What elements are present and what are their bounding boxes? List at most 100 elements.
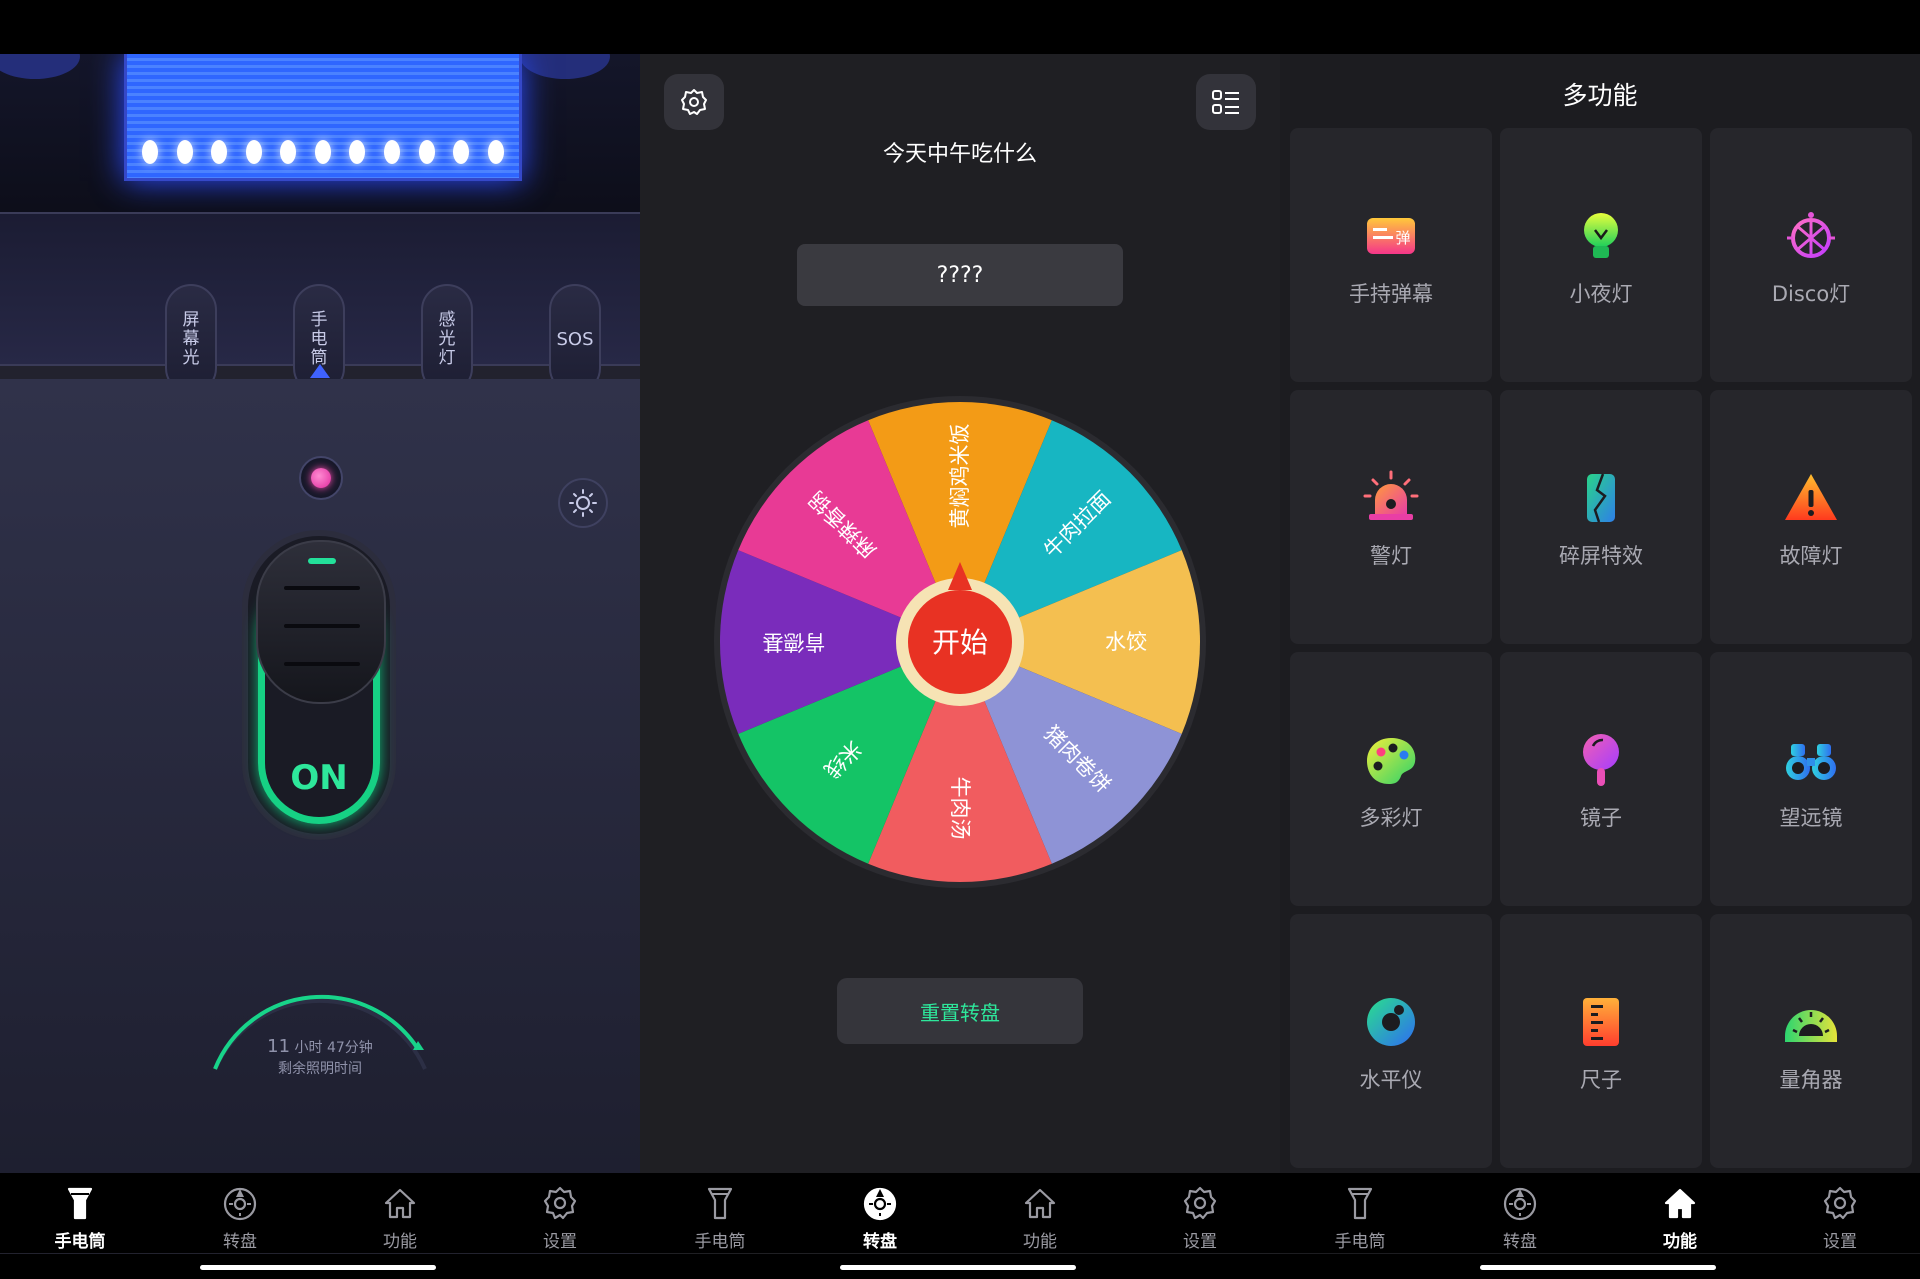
light-header xyxy=(0,54,640,229)
home-icon xyxy=(1022,1185,1058,1225)
home-icon xyxy=(382,1185,418,1225)
battery-time-gauge: 11 小时 47分钟 剩余照明时间 xyxy=(210,994,430,1094)
nav-label: 功能 xyxy=(1023,1232,1057,1252)
home-indicator xyxy=(200,1265,436,1270)
flashlight-icon xyxy=(702,1185,738,1225)
spin-wheel: 黄焖鸡米饭 牛肉拉面水饺猪肉卷饼牛肉汤米线肯德基麻辣香锅 开始 xyxy=(714,396,1206,888)
nav-label: 手电筒 xyxy=(54,1232,106,1252)
binoculars-icon xyxy=(1786,744,1836,780)
decor-blob xyxy=(520,54,610,79)
nav-item-home[interactable]: 功能 xyxy=(1600,1173,1760,1253)
feature-label: 多彩灯 xyxy=(1359,806,1423,830)
wheel-title: 今天中午吃什么 xyxy=(882,142,1037,167)
wheel-segment-label: 肯德基 xyxy=(763,630,826,654)
nav-item-gear[interactable]: 设置 xyxy=(480,1173,640,1253)
switch-state-label: ON xyxy=(290,758,348,798)
feature-grid: 弹 手持弹幕 小夜灯 Disco灯 警灯 碎屏特效 故障灯 多彩灯 镜子 望远镜… xyxy=(1290,128,1912,1168)
nav-item-wheel[interactable]: 转盘 xyxy=(800,1173,960,1253)
feature-disco[interactable]: Disco灯 xyxy=(1710,128,1912,382)
feature-barrage[interactable]: 弹 手持弹幕 xyxy=(1290,128,1492,382)
mode-indicator-icon xyxy=(310,364,330,378)
feature-siren[interactable]: 警灯 xyxy=(1290,390,1492,644)
feature-protractor[interactable]: 量角器 xyxy=(1710,914,1912,1168)
nav-item-flashlight[interactable]: 手电筒 xyxy=(0,1173,160,1253)
gear-icon xyxy=(1182,1185,1218,1225)
gear-icon xyxy=(681,89,707,115)
nav-item-home[interactable]: 功能 xyxy=(320,1173,480,1253)
gear-icon xyxy=(542,1185,578,1225)
feature-mirror[interactable]: 镜子 xyxy=(1500,652,1702,906)
list-icon xyxy=(1212,90,1239,114)
feature-ruler[interactable]: 尺子 xyxy=(1500,914,1702,1168)
feature-label: 小夜灯 xyxy=(1569,282,1633,306)
feature-binoculars[interactable]: 望远镜 xyxy=(1710,652,1912,906)
nav-item-flashlight[interactable]: 手电筒 xyxy=(1280,1173,1440,1253)
nav-item-gear[interactable]: 设置 xyxy=(1760,1173,1920,1253)
nav-item-wheel[interactable]: 转盘 xyxy=(160,1173,320,1253)
feature-level[interactable]: 水平仪 xyxy=(1290,914,1492,1168)
led-light-panel xyxy=(124,54,522,181)
feature-colorful-light[interactable]: 多彩灯 xyxy=(1290,652,1492,906)
gear-icon xyxy=(1822,1185,1858,1225)
wheel-result: ???? xyxy=(797,244,1123,306)
wheel-icon xyxy=(222,1185,258,1225)
home-indicator xyxy=(840,1265,1076,1270)
page-title: 多功能 xyxy=(1562,81,1638,110)
led-dot xyxy=(453,140,470,164)
wheel-settings-button[interactable] xyxy=(664,74,724,130)
feature-label: Disco灯 xyxy=(1771,282,1851,306)
decor-blob xyxy=(0,54,80,79)
status-led-icon xyxy=(299,456,343,500)
broken-screen-icon xyxy=(1587,473,1615,523)
led-dot xyxy=(176,140,193,164)
sun-icon xyxy=(569,489,597,517)
flashlight-icon xyxy=(1342,1185,1378,1225)
feature-broken-screen[interactable]: 碎屏特效 xyxy=(1500,390,1702,644)
barrage-icon: 弹 xyxy=(1367,218,1415,254)
brightness-button[interactable] xyxy=(558,478,608,528)
wheel-icon xyxy=(862,1185,898,1225)
power-switch[interactable]: ON xyxy=(242,530,396,840)
nav-label: 转盘 xyxy=(1503,1232,1537,1252)
nav-item-gear[interactable]: 设置 xyxy=(1120,1173,1280,1253)
led-dot xyxy=(280,140,297,164)
features-screen: 多功能 弹 手持弹幕 小夜灯 Disco灯 警灯 碎屏特效 故障灯 多彩灯 镜子… xyxy=(1280,54,1920,1254)
nav-label: 手电筒 xyxy=(694,1232,746,1252)
feature-label: 镜子 xyxy=(1580,806,1622,830)
nav-item-wheel[interactable]: 转盘 xyxy=(1440,1173,1600,1253)
nav-item-flashlight[interactable]: 手电筒 xyxy=(640,1173,800,1253)
home-indicator xyxy=(1480,1265,1716,1270)
mirror-icon xyxy=(1583,734,1619,786)
reset-wheel-button[interactable]: 重置转盘 xyxy=(837,978,1083,1044)
feature-hazard-light[interactable]: 故障灯 xyxy=(1710,390,1912,644)
bulb-icon xyxy=(1584,213,1618,258)
led-dot xyxy=(487,140,504,164)
protractor-icon xyxy=(1785,1010,1837,1042)
feature-label: 碎屏特效 xyxy=(1559,544,1643,568)
nav-label: 设置 xyxy=(543,1232,577,1252)
start-button-label[interactable]: 开始 xyxy=(932,626,988,659)
ruler-icon xyxy=(1583,998,1619,1046)
flashlight-icon xyxy=(62,1185,98,1225)
home-icon xyxy=(1662,1185,1698,1225)
feature-night-light[interactable]: 小夜灯 xyxy=(1500,128,1702,382)
svg-text:弹: 弹 xyxy=(1395,229,1410,247)
wheel-screen: 今天中午吃什么 ???? 黄焖鸡米饭 牛肉拉面 水饺 猪肉卷饼 牛肉汤 米线 肯德基 麻辣香锅… xyxy=(640,54,1280,1254)
feature-label: 手持弹幕 xyxy=(1349,282,1433,306)
mode-sos-button[interactable]: SOS xyxy=(549,284,601,394)
nav-label: 手电筒 xyxy=(1334,1232,1386,1252)
bottom-nav: 手电筒 转盘 功能 设置 xyxy=(0,1173,640,1253)
feature-label: 水平仪 xyxy=(1359,1068,1423,1092)
switch-knob[interactable] xyxy=(256,540,386,704)
feature-label: 望远镜 xyxy=(1779,806,1843,830)
remaining-caption: 剩余照明时间 xyxy=(278,1061,362,1077)
led-dot xyxy=(142,140,159,164)
mode-screen-light-button[interactable]: 屏幕光 xyxy=(165,284,217,394)
remaining-hours-unit: 小时 xyxy=(294,1040,323,1056)
wheel-list-button[interactable] xyxy=(1196,74,1256,130)
nav-item-home[interactable]: 功能 xyxy=(960,1173,1120,1253)
wheel-segment-label: 牛肉汤 xyxy=(948,777,972,840)
led-dot xyxy=(245,140,262,164)
bottom-nav: 手电筒 转盘 功能 设置 xyxy=(1280,1173,1920,1253)
mode-light-sensor-button[interactable]: 感光灯 xyxy=(421,284,473,394)
